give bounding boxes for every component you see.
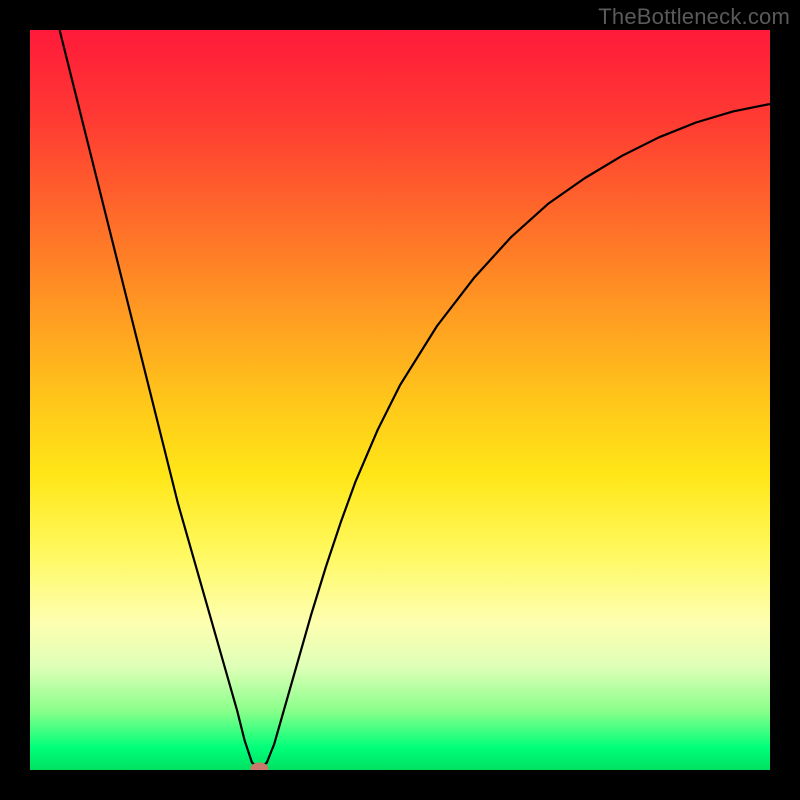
chart-frame: TheBottleneck.com: [0, 0, 800, 800]
plot-area: [30, 30, 770, 770]
watermark-text: TheBottleneck.com: [598, 4, 790, 30]
curve-svg: [30, 30, 770, 770]
bottleneck-curve: [60, 30, 770, 769]
